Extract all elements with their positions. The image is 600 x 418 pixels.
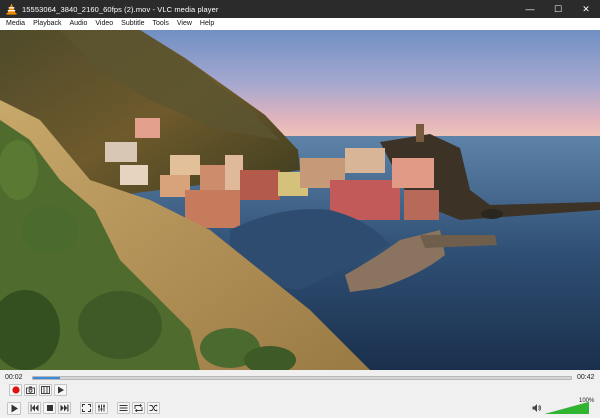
seek-slider[interactable] — [32, 376, 572, 380]
close-icon: ✕ — [582, 3, 590, 14]
record-button[interactable] — [9, 384, 22, 396]
menu-tools[interactable]: Tools — [149, 18, 173, 30]
shuffle-icon — [149, 404, 158, 412]
close-button[interactable]: ✕ — [572, 0, 600, 18]
speaker-icon[interactable] — [532, 403, 542, 413]
loop-button[interactable] — [132, 402, 145, 414]
loop-ab-icon — [41, 386, 50, 394]
play-icon — [11, 404, 18, 413]
next-button[interactable] — [58, 402, 71, 414]
previous-button[interactable] — [28, 402, 41, 414]
playlist-icon — [119, 405, 128, 411]
loop-icon — [134, 404, 143, 412]
fullscreen-icon — [82, 404, 91, 412]
minimize-icon: — — [525, 4, 535, 14]
video-frame — [0, 30, 600, 370]
frame-step-icon — [57, 386, 64, 394]
snapshot-button[interactable] — [24, 384, 37, 396]
menu-view[interactable]: View — [173, 18, 196, 30]
menu-playback[interactable]: Playback — [29, 18, 65, 30]
volume-percent: 100% — [579, 398, 595, 404]
fullscreen-button[interactable] — [80, 402, 93, 414]
total-time: 00:42 — [577, 374, 595, 381]
minimize-button[interactable]: — — [516, 0, 544, 18]
frame-step-button[interactable] — [54, 384, 67, 396]
video-display[interactable] — [0, 30, 600, 370]
previous-icon — [30, 404, 39, 412]
control-bar: 00:02 00:42 — [0, 370, 600, 418]
elapsed-time: 00:02 — [5, 374, 23, 381]
extended-settings-button[interactable] — [95, 402, 108, 414]
vlc-cone-icon[interactable] — [4, 2, 18, 16]
maximize-icon: ☐ — [553, 3, 563, 14]
vlc-window: 15553064_3840_2160_60fps (2).mov - VLC m… — [0, 0, 600, 418]
menu-video[interactable]: Video — [91, 18, 117, 30]
loop-ab-button[interactable] — [39, 384, 52, 396]
menu-bar: Media Playback Audio Video Subtitle Tool… — [0, 18, 600, 30]
maximize-button[interactable]: ☐ — [544, 0, 572, 18]
title-bar: 15553064_3840_2160_60fps (2).mov - VLC m… — [0, 0, 600, 18]
playlist-button[interactable] — [117, 402, 130, 414]
play-button[interactable] — [7, 402, 21, 415]
extended-settings-icon — [98, 404, 105, 412]
menu-help[interactable]: Help — [196, 18, 218, 30]
stop-icon — [46, 405, 53, 411]
menu-media[interactable]: Media — [2, 18, 29, 30]
menu-subtitle[interactable]: Subtitle — [117, 18, 148, 30]
next-icon — [60, 404, 69, 412]
stop-button[interactable] — [43, 402, 56, 414]
shuffle-button[interactable] — [147, 402, 160, 414]
window-title: 15553064_3840_2160_60fps (2).mov - VLC m… — [22, 4, 219, 14]
seek-progress — [33, 377, 60, 379]
record-icon — [11, 386, 20, 394]
camera-icon — [26, 386, 35, 394]
menu-audio[interactable]: Audio — [65, 18, 91, 30]
